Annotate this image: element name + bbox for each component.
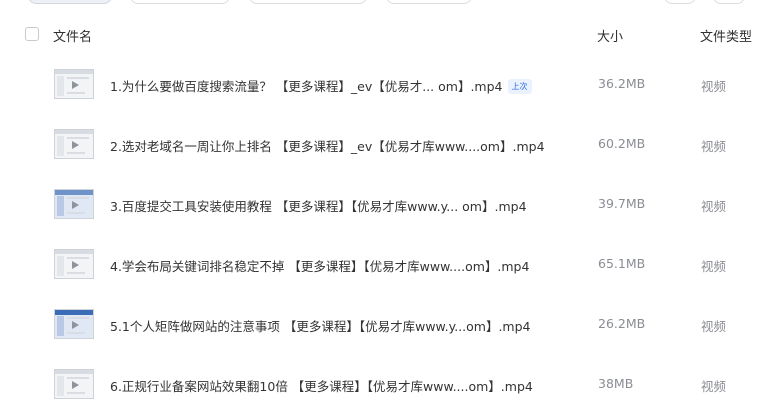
column-header-size[interactable]: 大小 xyxy=(597,26,623,45)
file-size: 38MB xyxy=(598,376,634,391)
video-thumbnail xyxy=(54,129,94,159)
file-type: 视频 xyxy=(701,79,727,94)
toolbar-button-3[interactable] xyxy=(249,0,367,4)
last-viewed-badge: 上次 xyxy=(507,79,532,94)
play-icon xyxy=(72,201,79,209)
toolbar-icon-button-2[interactable] xyxy=(713,0,745,4)
file-row[interactable]: 3.百度提交工具安装使用教程 【更多课程】【优易才库www.y... om】.m… xyxy=(0,189,771,249)
play-icon xyxy=(72,381,79,389)
toolbar-button-primary[interactable] xyxy=(28,0,112,4)
file-type: 视频 xyxy=(701,379,727,394)
column-header-type[interactable]: 文件类型 xyxy=(700,26,752,45)
file-type: 视频 xyxy=(701,139,727,154)
video-thumbnail xyxy=(54,69,94,99)
toolbar-icon-button-1[interactable] xyxy=(664,0,696,4)
toolbar-button-4[interactable] xyxy=(386,0,472,4)
select-all-checkbox[interactable] xyxy=(25,27,39,41)
file-list-header: 文件名 大小 文件类型 xyxy=(0,22,771,48)
video-thumbnail xyxy=(54,369,94,399)
file-row[interactable]: 4.学会布局关键词排名稳定不掉 【更多课程】【优易才库www....om】.mp… xyxy=(0,249,771,309)
file-type: 视频 xyxy=(701,259,727,274)
play-icon xyxy=(72,81,79,89)
file-size: 60.2MB xyxy=(598,136,646,151)
file-row[interactable]: 1.为什么要做百度搜索流量？ 【更多课程】_ev【优易才... om】.mp4 上… xyxy=(0,69,771,129)
file-name[interactable]: 6.正规行业备案网站效果翻10倍 【更多课程】【优易才库www....om】.m… xyxy=(110,376,533,395)
file-name[interactable]: 1.为什么要做百度搜索流量？ 【更多课程】_ev【优易才... om】.mp4 上… xyxy=(110,76,532,95)
file-size: 26.2MB xyxy=(598,316,646,331)
toolbar-button-2[interactable] xyxy=(130,0,230,4)
column-header-name[interactable]: 文件名 xyxy=(53,26,92,45)
video-thumbnail xyxy=(54,249,94,279)
file-type: 视频 xyxy=(701,319,727,334)
file-row[interactable]: 2.选对老域名一周让你上排名 【更多课程】_ev【优易才库www....om】.… xyxy=(0,129,771,189)
play-icon xyxy=(72,321,79,329)
play-icon xyxy=(72,141,79,149)
file-name[interactable]: 4.学会布局关键词排名稳定不掉 【更多课程】【优易才库www....om】.mp… xyxy=(110,256,529,275)
file-size: 36.2MB xyxy=(598,76,646,91)
file-name[interactable]: 2.选对老域名一周让你上排名 【更多课程】_ev【优易才库www....om】.… xyxy=(110,136,545,155)
file-row[interactable]: 6.正规行业备案网站效果翻10倍 【更多课程】【优易才库www....om】.m… xyxy=(0,369,771,417)
file-size: 65.1MB xyxy=(598,256,646,271)
file-row[interactable]: 5.1个人矩阵做网站的注意事项 【更多课程】【优易才库www.y...om】.m… xyxy=(0,309,771,369)
play-icon xyxy=(72,261,79,269)
file-name[interactable]: 3.百度提交工具安装使用教程 【更多课程】【优易才库www.y... om】.m… xyxy=(110,196,527,215)
video-thumbnail xyxy=(54,189,94,219)
file-size: 39.7MB xyxy=(598,196,646,211)
video-thumbnail xyxy=(54,309,94,339)
file-type: 视频 xyxy=(701,199,727,214)
file-name[interactable]: 5.1个人矩阵做网站的注意事项 【更多课程】【优易才库www.y...om】.m… xyxy=(110,316,531,335)
file-list-page: 文件名 大小 文件类型 1.为什么要做百度搜索流量？ 【更多课程】_ev【优易才… xyxy=(0,0,771,417)
